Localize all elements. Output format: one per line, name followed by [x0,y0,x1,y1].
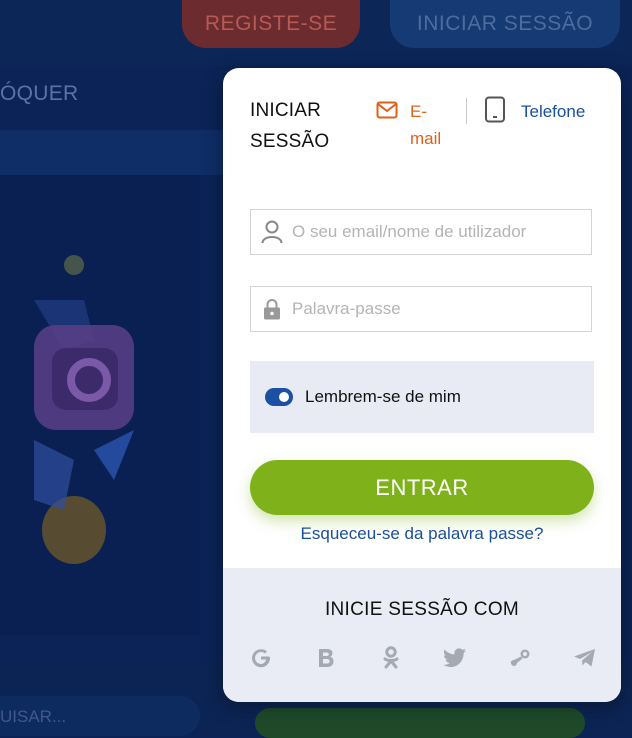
tab-phone-label: Telefone [521,101,586,121]
email-input[interactable] [290,209,591,255]
tab-phone[interactable]: Telefone [484,96,586,128]
odnoklassniki-icon[interactable] [377,644,405,672]
search-input[interactable]: UISAR... [0,696,200,736]
steam-icon[interactable] [506,644,534,672]
remember-me-toggle[interactable] [265,388,293,406]
lock-icon [261,298,283,320]
remember-me-label: Lembrem-se de mim [305,387,461,406]
tab-divider [466,98,467,124]
modal-title: INICIAR SESSÃO [250,100,330,152]
promo-illustration [34,240,164,570]
submit-button[interactable]: ENTRAR [250,460,594,515]
phone-icon [484,96,506,128]
social-icons-row [247,644,599,672]
remember-me-row: Lembrem-se de mim [250,361,594,433]
toggle-knob [279,392,289,402]
category-bar [0,130,225,175]
social-login-section: INICIE SESSÃO COM [223,568,621,702]
mail-icon [376,100,398,127]
register-button[interactable]: REGISTE-SE [182,0,360,48]
login-button[interactable]: INICIAR SESSÃO [390,0,620,48]
vk-icon[interactable] [312,644,340,672]
social-login-title: INICIE SESSÃO COM [324,599,520,620]
tab-email-label: E-mail [410,102,442,148]
email-field [250,209,592,255]
forgot-password-link[interactable]: Esqueceu-se da palavra passe? [223,524,621,544]
nav-item-poker[interactable]: ÓQUER [0,82,79,106]
telegram-icon[interactable] [571,644,599,672]
tab-email[interactable]: E-mail [376,98,450,152]
twitter-icon[interactable] [441,644,469,672]
login-modal: INICIAR SESSÃO E-mail Telefone O seu ema… [223,68,621,702]
password-field [250,286,592,332]
user-icon [261,220,283,244]
password-input[interactable] [290,286,591,332]
google-icon[interactable] [247,644,275,672]
